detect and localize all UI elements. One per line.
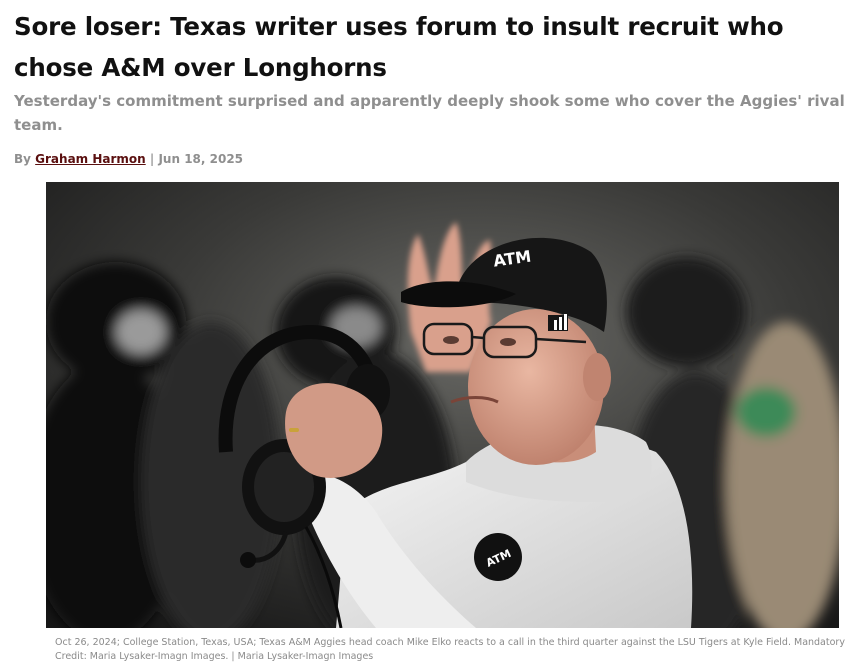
author-link[interactable]: Graham Harmon [35, 152, 146, 166]
hero-photo-illustration: ATM ATM [46, 182, 839, 628]
article-hero-photo[interactable]: ATM ATM [46, 182, 839, 628]
publish-date: Jun 18, 2025 [158, 152, 244, 166]
article-headline: Sore loser: Texas writer uses forum to i… [14, 12, 784, 82]
photo-caption: Oct 26, 2024; College Station, Texas, US… [55, 637, 845, 662]
byline: By Graham Harmon | Jun 18, 2025 [14, 151, 243, 167]
byline-prefix: By [14, 152, 31, 166]
article-subheadline: Yesterday's commitment surprised and app… [14, 92, 845, 134]
byline-separator: | [149, 152, 155, 166]
